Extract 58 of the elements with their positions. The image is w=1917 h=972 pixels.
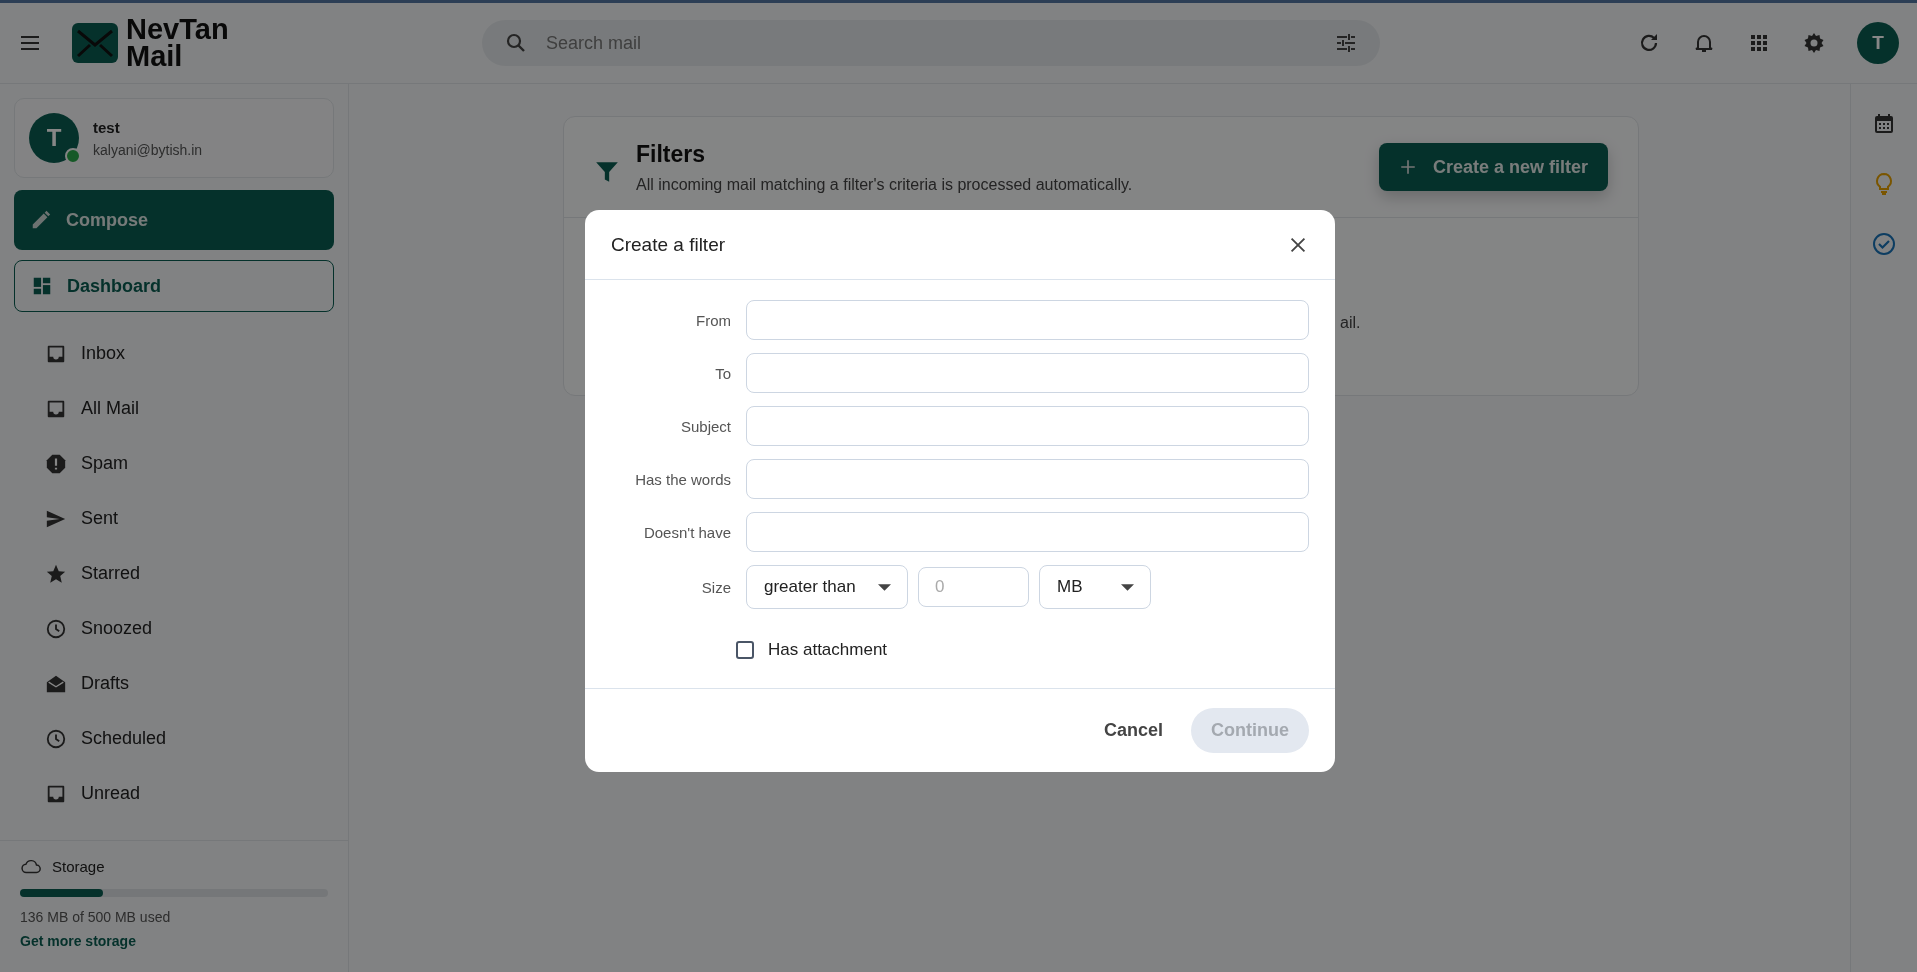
filters-subtitle: All incoming mail matching a filter's criteria is processed automatically. bbox=[636, 175, 1133, 194]
storage-label: Storage bbox=[52, 857, 105, 875]
input-field[interactable] bbox=[746, 459, 1309, 499]
alert-icon bbox=[45, 452, 67, 475]
logo-text: Mail bbox=[126, 43, 184, 70]
checkbox[interactable] bbox=[736, 641, 754, 659]
check-circle-icon[interactable] bbox=[1872, 232, 1896, 256]
nav-item[interactable]: Drafts bbox=[14, 656, 334, 711]
storage-usage-text: 136 MB of 500 MB used bbox=[20, 909, 172, 925]
calendar-icon[interactable] bbox=[1872, 112, 1896, 136]
caret-icon bbox=[878, 583, 891, 591]
nav-item[interactable]: Scheduled bbox=[14, 711, 334, 766]
search-field[interactable]: Search mail bbox=[544, 31, 1318, 55]
profile-email: kalyani@bytish.in bbox=[93, 141, 203, 158]
account-avatar[interactable]: T bbox=[1857, 22, 1899, 64]
comparison-dropdown[interactable]: greater than bbox=[746, 565, 908, 609]
input-field[interactable] bbox=[746, 300, 1309, 340]
dialog-title: Create a filter bbox=[611, 233, 726, 256]
field-label: Size bbox=[700, 578, 731, 596]
unit-dropdown[interactable]: MB bbox=[1039, 565, 1151, 609]
nav-item[interactable]: Snoozed bbox=[14, 601, 334, 656]
nav-item[interactable]: Sent bbox=[14, 491, 334, 546]
pencil-icon bbox=[30, 209, 52, 231]
filters-title: Filters bbox=[636, 140, 707, 168]
cancel-button[interactable]: Cancel bbox=[1103, 720, 1163, 741]
profile-name: test bbox=[93, 118, 121, 136]
nav-item[interactable]: All Mail bbox=[14, 381, 334, 436]
field-label: Doesn't have bbox=[642, 523, 731, 541]
checkbox-label: Has attachment bbox=[768, 640, 888, 660]
envelope-logo-icon bbox=[72, 23, 118, 63]
get-more-storage-link[interactable]: Get more storage bbox=[20, 933, 328, 949]
nav-item[interactable]: Spam bbox=[14, 436, 334, 491]
settings-icon[interactable] bbox=[1802, 31, 1826, 55]
input-field[interactable] bbox=[746, 353, 1309, 393]
clock-icon bbox=[45, 617, 67, 640]
dashboard-icon bbox=[31, 275, 53, 297]
input-field[interactable] bbox=[746, 406, 1309, 446]
nav-item[interactable]: Starred bbox=[14, 546, 334, 601]
field-label: Subject bbox=[679, 417, 731, 435]
size-input-field[interactable]: 0 bbox=[918, 567, 1029, 607]
clock-icon bbox=[45, 727, 67, 750]
field-label: To bbox=[714, 364, 731, 382]
create-filter-button[interactable]: Create a new filter bbox=[1378, 143, 1608, 191]
field-label: From bbox=[695, 311, 731, 329]
search-bar[interactable]: Search mail bbox=[482, 20, 1380, 66]
caret-icon bbox=[1121, 583, 1134, 591]
nav-item[interactable]: Inbox bbox=[14, 326, 334, 381]
filter-options-icon[interactable] bbox=[1334, 31, 1358, 55]
field-label: Has the words bbox=[634, 470, 731, 488]
plus-icon bbox=[1398, 158, 1417, 176]
filters-body-text: ail. bbox=[1340, 314, 1361, 331]
nav-item[interactable]: Unread bbox=[14, 766, 334, 821]
input-field[interactable] bbox=[746, 512, 1309, 552]
profile-card[interactable]: T test kalyani@bytish.in bbox=[14, 98, 334, 178]
logo-text: NevTan bbox=[126, 16, 229, 43]
compose-button[interactable]: Compose bbox=[14, 190, 334, 250]
dashboard-button[interactable]: Dashboard bbox=[14, 260, 334, 312]
profile-avatar: T bbox=[29, 113, 79, 163]
